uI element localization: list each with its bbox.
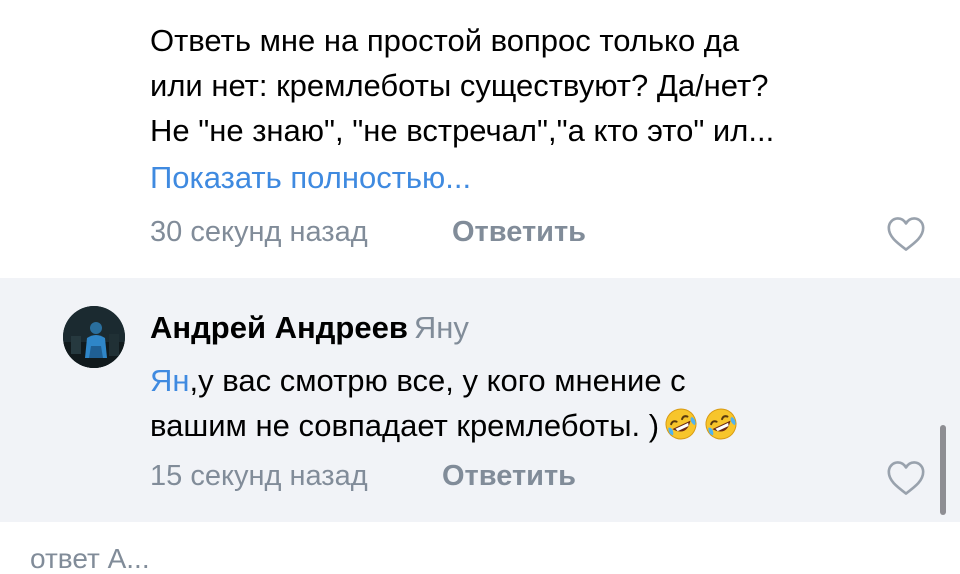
mention-link[interactable]: Ян — [150, 363, 190, 398]
comment-text-line: Ян,у вас смотрю все, у кого мнение с — [150, 358, 920, 403]
comment-text: Ответь мне на простой вопрос только да и… — [150, 18, 920, 153]
next-comment-preview: ответ А... — [30, 543, 150, 574]
comment-author[interactable]: Андрей Андреев Яну — [150, 310, 469, 346]
comment-item: Ответь мне на простой вопрос только да и… — [0, 0, 960, 278]
comment-text: Ян,у вас смотрю все, у кого мнение с ваш… — [150, 358, 920, 448]
like-button[interactable] — [886, 460, 926, 496]
comment-text-fragment: ,у вас смотрю все, у кого мнение с — [189, 363, 686, 398]
reply-to-label[interactable]: Яну — [414, 310, 469, 345]
scrollbar[interactable] — [940, 425, 946, 515]
comment-text-line: Не "не знаю", "не встречал","а кто это" … — [150, 113, 775, 148]
rolling-on-floor-laughing-emoji — [663, 406, 699, 442]
avatar[interactable] — [63, 306, 125, 368]
rolling-on-floor-laughing-emoji — [703, 406, 739, 442]
comment-text-line: Ответь мне на простой вопрос только да — [150, 23, 740, 58]
reply-button[interactable]: Ответить — [452, 216, 586, 249]
reply-button[interactable]: Ответить — [442, 460, 576, 493]
heart-icon — [887, 217, 925, 251]
comment-timestamp: 30 секунд назад — [150, 216, 368, 248]
comment-text-line: вашим не совпадает кремлеботы. ) — [150, 403, 920, 448]
comment-text-fragment: вашим не совпадает кремлеботы. ) — [150, 408, 660, 443]
comment-timestamp: 15 секунд назад — [150, 460, 368, 492]
comment-text-line: или нет: кремлеботы существуют? Да/нет? — [150, 68, 769, 103]
show-more-link[interactable]: Показать полностью... — [150, 160, 471, 196]
like-button[interactable] — [886, 216, 926, 252]
avatar-image — [63, 306, 125, 368]
author-name[interactable]: Андрей Андреев — [150, 310, 408, 345]
heart-icon — [887, 461, 925, 495]
